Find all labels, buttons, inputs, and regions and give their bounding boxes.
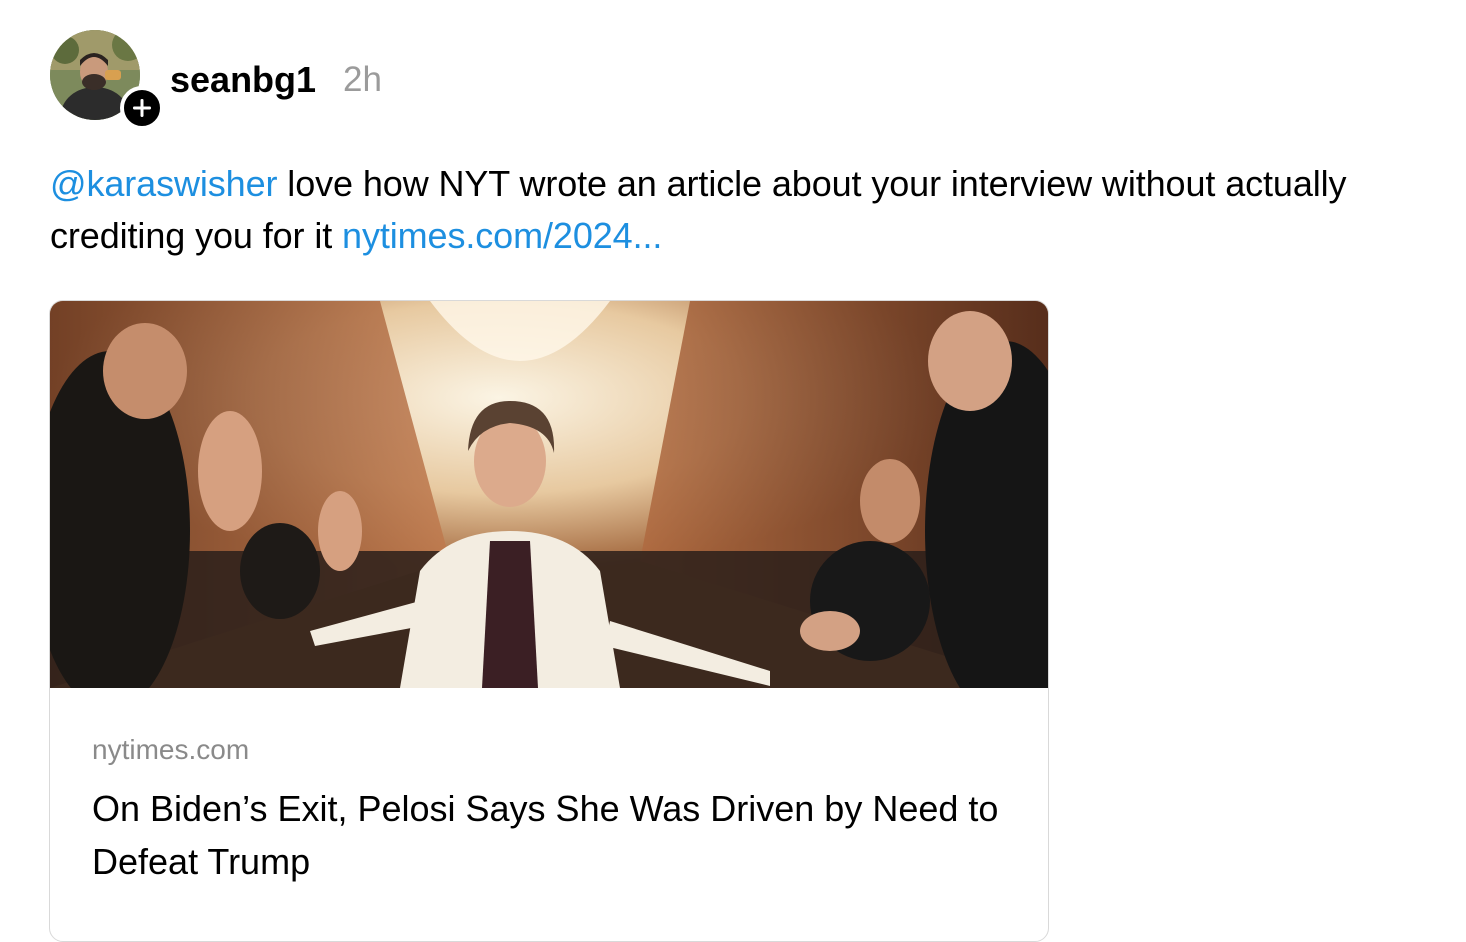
post-text: @karaswisher love how NYT wrote an artic… <box>50 158 1460 262</box>
article-photo-icon <box>50 301 1048 688</box>
mention-link[interactable]: @karaswisher <box>50 163 278 204</box>
post-timestamp[interactable]: 2h <box>343 60 382 100</box>
link-preview-image[interactable] <box>50 301 1048 688</box>
external-link[interactable]: nytimes.com/2024... <box>342 215 662 256</box>
plus-icon <box>133 99 151 117</box>
link-preview-card[interactable]: nytimes.com On Biden’s Exit, Pelosi Says… <box>49 300 1049 942</box>
username[interactable]: seanbg1 <box>170 60 316 100</box>
link-preview-domain: nytimes.com <box>92 734 250 765</box>
link-preview-title: On Biden’s Exit, Pelosi Says She Was Dri… <box>92 788 999 882</box>
post-header: seanbg1 2h <box>50 30 650 130</box>
follow-button[interactable] <box>120 86 164 130</box>
